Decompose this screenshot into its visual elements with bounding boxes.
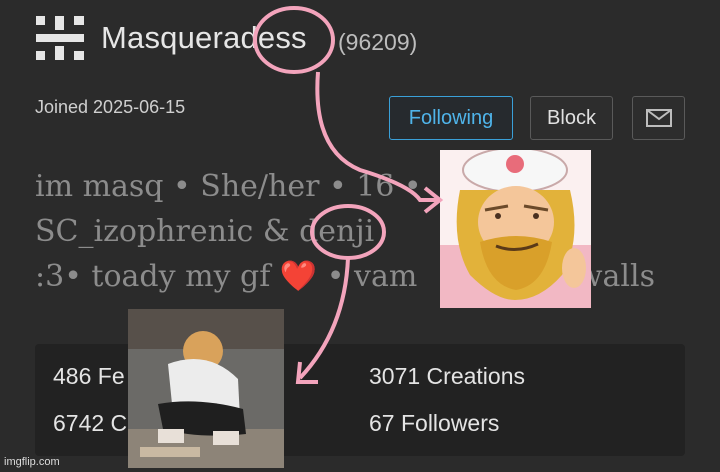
overlay-image-crouching-character — [128, 309, 284, 468]
overlay-image-bearded-face — [440, 150, 591, 308]
profile-bio: im masq • She/her • 16 • • SC_izophrenic… — [35, 164, 695, 299]
message-button[interactable] — [632, 96, 685, 140]
joined-date: Joined 2025-06-15 — [35, 97, 186, 117]
heart-emoji: ❤️ — [279, 259, 318, 294]
bio-line-3: :3• toady my gf ❤️ • vam walls — [35, 259, 656, 294]
block-button[interactable]: Block — [530, 96, 613, 140]
mail-icon — [645, 109, 672, 127]
following-button[interactable]: Following — [389, 96, 513, 140]
bio-line-2: SC_izophrenic & denjities — [35, 214, 584, 249]
profile-user-id: (96209) — [338, 29, 418, 55]
bio-line-1: im masq • She/her • 16 • • — [35, 169, 593, 204]
stat-comments[interactable]: 6742 C — [53, 410, 127, 437]
stat-creations[interactable]: 3071 Creations — [369, 363, 525, 390]
imgflip-watermark: imgflip.com — [4, 456, 60, 468]
stat-followers[interactable]: 67 Followers — [369, 410, 499, 437]
profile-username: Masqueradess — [101, 20, 307, 55]
site-logo — [36, 16, 84, 60]
